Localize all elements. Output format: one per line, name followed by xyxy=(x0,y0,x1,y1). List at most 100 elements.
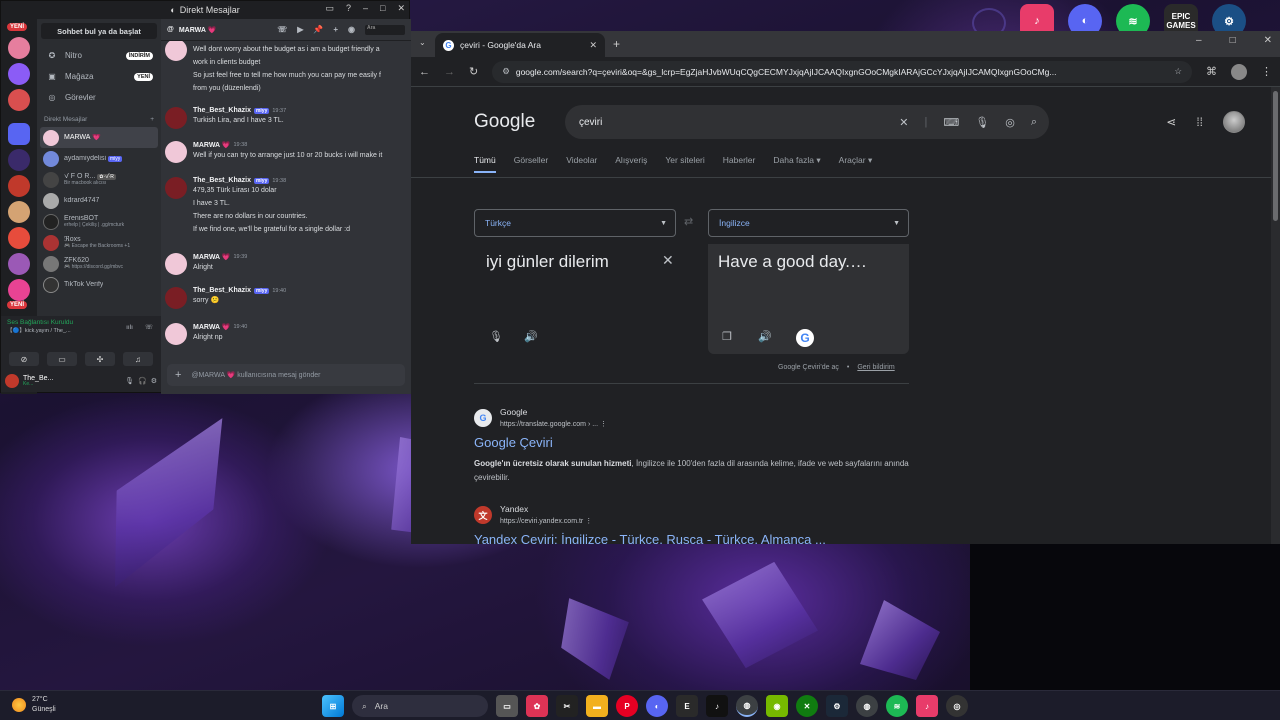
tab-search-icon[interactable]: ⌄ xyxy=(419,38,426,47)
tab-more[interactable]: Daha fazla ▾ xyxy=(773,155,820,173)
target-language-select[interactable]: İngilizce ▼ xyxy=(708,209,909,237)
add-friend-icon[interactable]: + xyxy=(333,25,338,35)
steam-icon[interactable]: ⚙ xyxy=(826,695,848,717)
soundboard-icon[interactable]: ♫ xyxy=(123,352,153,366)
server-icon[interactable] xyxy=(8,63,30,85)
swap-languages-icon[interactable]: ⇄ xyxy=(684,215,693,228)
minimize-button[interactable]: – xyxy=(1196,35,1202,46)
message-author[interactable]: MARWA 💗 xyxy=(193,253,231,261)
tab-news[interactable]: Haberler xyxy=(723,155,756,173)
scrollbar[interactable] xyxy=(1271,87,1280,544)
keyboard-icon[interactable]: ⌨ xyxy=(943,116,959,129)
find-conversation-button[interactable]: Sohbet bul ya da başlat xyxy=(41,23,157,39)
nvidia-icon[interactable]: ◉ xyxy=(766,695,788,717)
obs-icon[interactable]: ◎ xyxy=(946,695,968,717)
tab-shopping[interactable]: Alışveriş xyxy=(615,155,647,173)
profile-avatar[interactable] xyxy=(1231,63,1247,80)
microphone-icon[interactable]: 🎙 xyxy=(125,377,134,385)
dm-item[interactable]: ZFK620 🎮 https://discord.gg/mbvc xyxy=(37,253,161,274)
inbox-icon[interactable]: ▭ xyxy=(325,3,334,14)
message-author[interactable]: The_Best_Khazix xyxy=(193,107,251,114)
avatar[interactable] xyxy=(5,374,19,388)
translate-icon[interactable]: ⌘ xyxy=(1206,65,1217,78)
weather-widget[interactable]: 27°C Güneşli xyxy=(12,695,56,715)
tab-all[interactable]: Tümü xyxy=(474,155,496,173)
google-g-icon[interactable]: G xyxy=(796,329,814,347)
bookmark-star-icon[interactable]: ☆ xyxy=(1174,66,1182,77)
search-input[interactable]: Ara xyxy=(365,24,405,35)
forward-icon[interactable]: → xyxy=(444,66,455,78)
result-title-link[interactable]: Yandex Çeviri: İngilizce - Türkçe, Rusça… xyxy=(474,532,826,544)
tiktok-icon[interactable]: ♪ xyxy=(706,695,728,717)
nav-shop[interactable]: ▣ Mağaza YENİ xyxy=(37,66,161,87)
menu-icon[interactable]: ⋮ xyxy=(1261,65,1272,78)
server-icon[interactable] xyxy=(8,175,30,197)
feedback-link[interactable]: Geri bildirim xyxy=(857,364,894,371)
close-button[interactable]: ✕ xyxy=(397,3,405,14)
pin-icon[interactable]: 📌 xyxy=(313,25,323,35)
taskbar-search[interactable]: ⌕ Ara xyxy=(352,695,488,717)
source-language-select[interactable]: Türkçe ▼ xyxy=(474,209,676,237)
dm-item[interactable]: ꪜ F O R... ✿·ꪜ·R Bir macbook alıcısı xyxy=(37,169,161,190)
message-author[interactable]: The_Best_Khazix xyxy=(193,177,251,184)
maximize-button[interactable]: □ xyxy=(1230,35,1236,46)
message-author[interactable]: The_Best_Khazix xyxy=(193,287,251,294)
account-avatar[interactable] xyxy=(1223,111,1245,133)
noise-icon[interactable]: ıılı xyxy=(126,324,133,331)
tab-places[interactable]: Yer siteleri xyxy=(665,155,704,173)
server-icon[interactable] xyxy=(8,227,30,249)
share-icon[interactable]: ⋖ xyxy=(1166,115,1176,129)
close-button[interactable]: ✕ xyxy=(1264,35,1272,46)
headphones-icon[interactable]: 🎧 xyxy=(138,377,147,385)
chrome-icon[interactable]: ◍ xyxy=(856,695,878,717)
apps-grid-icon[interactable]: ⁞⁞ xyxy=(1196,115,1203,129)
scrollbar-thumb[interactable] xyxy=(1273,91,1278,221)
result-title-link[interactable]: Google Çeviri xyxy=(474,435,553,450)
nav-quests[interactable]: ◎ Görevler xyxy=(37,87,161,108)
address-bar[interactable]: ⚙ google.com/search?q=çeviri&oq=&gs_lcrp… xyxy=(492,60,1192,83)
tiktok-icon[interactable]: ♪ xyxy=(916,695,938,717)
speaker-icon[interactable]: 🔊 xyxy=(524,330,538,343)
google-logo[interactable]: Google xyxy=(474,111,535,133)
nav-nitro[interactable]: ✪ Nitro İNDİRİM xyxy=(37,45,161,66)
message-input[interactable]: + @MARWA 💗 kullanıcısına mesaj gönder xyxy=(167,364,405,386)
screen-share-icon[interactable]: ▭ xyxy=(47,352,77,366)
file-explorer-icon[interactable]: ▬ xyxy=(586,695,608,717)
server-icon[interactable] xyxy=(8,253,30,275)
dm-item[interactable]: kdrard4747 xyxy=(37,190,161,211)
chrome-icon[interactable]: ◍ xyxy=(736,695,758,717)
new-tab-button[interactable]: + xyxy=(613,37,620,51)
site-info-icon[interactable]: ⚙ xyxy=(502,66,510,77)
add-dm-button[interactable]: + xyxy=(150,116,154,123)
settings-icon[interactable]: ⚙ xyxy=(151,377,157,385)
activities-icon[interactable]: ✣ xyxy=(85,352,115,366)
back-icon[interactable]: ← xyxy=(419,66,430,78)
discord-icon[interactable]: ◐ xyxy=(646,695,668,717)
task-view-icon[interactable]: ▭ xyxy=(496,695,518,717)
camera-off-icon[interactable]: ⊘ xyxy=(9,352,39,366)
tab-videos[interactable]: Videolar xyxy=(566,155,597,173)
clear-source-icon[interactable]: ✕ xyxy=(662,252,674,269)
disconnect-icon[interactable]: ☏ xyxy=(145,323,153,331)
microphone-icon[interactable]: 🎙 xyxy=(975,116,989,129)
help-icon[interactable]: ? xyxy=(346,3,351,14)
tab-images[interactable]: Görseller xyxy=(514,155,548,173)
server-icon[interactable] xyxy=(8,37,30,59)
dm-item[interactable]: MARWA 💗 xyxy=(40,127,158,148)
start-icon[interactable]: ⊞ xyxy=(322,695,344,717)
dm-home-icon[interactable] xyxy=(8,123,30,145)
reload-icon[interactable]: ↻ xyxy=(469,65,478,78)
microphone-icon[interactable]: 🎙 xyxy=(489,330,503,343)
xbox-icon[interactable]: ✕ xyxy=(796,695,818,717)
search-icon[interactable]: ⌕ xyxy=(1031,116,1037,129)
source-text-area[interactable]: iyi günler dilerim ✕ 🎙 🔊 xyxy=(474,244,689,354)
epic-games-icon[interactable]: E xyxy=(676,695,698,717)
dm-item[interactable]: aydamiydelisi miyy xyxy=(37,148,161,169)
message-author[interactable]: MARWA 💗 xyxy=(193,323,231,331)
server-icon[interactable] xyxy=(8,89,30,111)
speaker-icon[interactable]: 🔊 xyxy=(758,330,772,343)
browser-tab[interactable]: G çeviri - Google'da Ara ✕ xyxy=(435,33,605,57)
dm-item[interactable]: TikTok Verify xyxy=(37,274,161,295)
call-icon[interactable]: ☏ xyxy=(277,25,287,35)
server-icon[interactable] xyxy=(8,279,30,301)
